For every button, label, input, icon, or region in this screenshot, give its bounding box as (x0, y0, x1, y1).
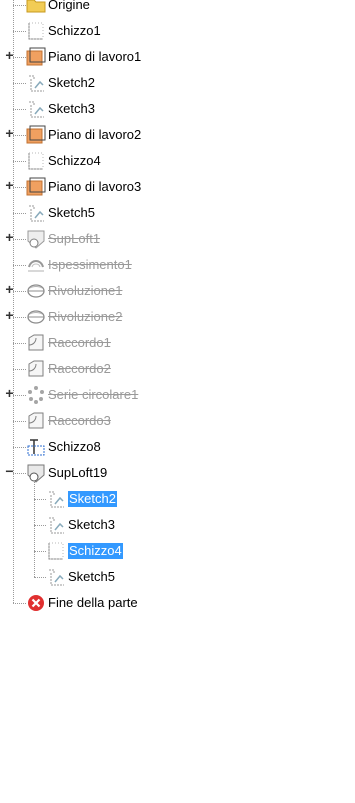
work-plane-icon (26, 47, 46, 67)
tree-row[interactable]: + Rivoluzione1 (0, 278, 355, 304)
tree-item-label: Piano di lavoro3 (48, 179, 142, 194)
tree-item-label: Schizzo4 (68, 543, 123, 559)
tree-item-label: Fine della parte (48, 595, 138, 610)
tree-connector (13, 213, 26, 214)
tree-row[interactable]: Sketch3 (0, 512, 355, 538)
sketch-icon (46, 489, 66, 509)
work-plane-icon (26, 125, 46, 145)
tree-row[interactable]: Fine della parte (0, 590, 355, 616)
tree-row[interactable]: Raccordo2 (0, 356, 355, 382)
tree-item-label: Piano di lavoro1 (48, 49, 142, 64)
tree-connector (13, 343, 26, 344)
work-plane-icon (26, 177, 46, 197)
tree-item-label: SupLoft19 (48, 465, 108, 480)
tree-item-label: Raccordo3 (48, 413, 111, 428)
tree-row[interactable]: + Rivoluzione2 (0, 304, 355, 330)
tree-row[interactable]: Ispessimento1 (0, 252, 355, 278)
sketch-icon (46, 567, 66, 587)
loft-icon (26, 463, 46, 483)
tree-row[interactable]: Sketch2 (0, 486, 355, 512)
tree-connector (13, 447, 26, 448)
tree-row[interactable]: Schizzo4 (0, 538, 355, 564)
tree-row[interactable]: + Serie circolare1 (0, 382, 355, 408)
tree-item-label: SupLoft1 (48, 231, 101, 246)
end-of-part-icon (26, 593, 46, 613)
tree-connector (34, 525, 46, 526)
tree-row[interactable]: Sketch5 (0, 564, 355, 590)
tree-row[interactable]: + Piano di lavoro1 (0, 44, 355, 70)
loft-icon (26, 229, 46, 249)
tree-connector (13, 83, 26, 84)
tree-item-label: Schizzo1 (48, 23, 101, 38)
tree-connector (13, 421, 26, 422)
revolve-icon (26, 281, 46, 301)
sketch-icon (46, 515, 66, 535)
sketch-empty-icon (26, 151, 46, 171)
tree-item-label: Ispessimento1 (48, 257, 132, 272)
tree-item-label: Schizzo4 (48, 153, 101, 168)
tree-connector (34, 499, 46, 500)
tree-row[interactable]: Schizzo4 (0, 148, 355, 174)
tree-item-label: Serie circolare1 (48, 387, 139, 402)
sketch-blue-icon (26, 437, 46, 457)
tree-connector (34, 551, 46, 552)
tree-item-label: Sketch5 (68, 569, 115, 584)
tree-row[interactable]: Sketch3 (0, 96, 355, 122)
sketch-empty-icon (26, 21, 46, 41)
tree-row[interactable]: Schizzo1 (0, 18, 355, 44)
tree-child-guide-line (34, 480, 35, 577)
sketch-icon (26, 73, 46, 93)
tree-row[interactable]: − SupLoft19 (0, 460, 355, 486)
sketch-icon (26, 99, 46, 119)
sketch-empty-icon (46, 541, 66, 561)
tree-connector (13, 161, 26, 162)
circular-pattern-icon (26, 385, 46, 405)
origin-folder-icon (26, 0, 46, 15)
tree-item-label: Sketch3 (68, 517, 115, 532)
tree-item-label: Schizzo8 (48, 439, 101, 454)
tree-row[interactable]: + SupLoft1 (0, 226, 355, 252)
tree-item-label: Raccordo1 (48, 335, 111, 350)
fillet-icon (26, 359, 46, 379)
tree-item-label: Origine (48, 0, 90, 12)
tree-connector (13, 265, 26, 266)
tree-connector (13, 5, 26, 6)
tree-item-label: Sketch3 (48, 101, 95, 116)
tree-row[interactable]: + Piano di lavoro3 (0, 174, 355, 200)
tree-row[interactable]: Schizzo8 (0, 434, 355, 460)
sketch-icon (26, 203, 46, 223)
tree-row[interactable]: Sketch2 (0, 70, 355, 96)
tree-connector (13, 603, 26, 604)
tree-item-label: Raccordo2 (48, 361, 111, 376)
tree-row[interactable]: Origine (0, 0, 355, 18)
tree-item-label: Rivoluzione1 (48, 283, 123, 298)
tree-item-label: Sketch2 (68, 491, 117, 507)
tree-connector (13, 31, 26, 32)
tree-item-label: Sketch2 (48, 75, 95, 90)
thicken-icon (26, 255, 46, 275)
tree-row[interactable]: Raccordo3 (0, 408, 355, 434)
tree-item-label: Piano di lavoro2 (48, 127, 142, 142)
tree-connector (13, 369, 26, 370)
tree-row[interactable]: Sketch5 (0, 200, 355, 226)
tree-row[interactable]: Raccordo1 (0, 330, 355, 356)
tree-connector (34, 577, 46, 578)
revolve-icon (26, 307, 46, 327)
tree-item-label: Sketch5 (48, 205, 95, 220)
tree-connector (13, 109, 26, 110)
tree-item-label: Rivoluzione2 (48, 309, 123, 324)
tree-row[interactable]: + Piano di lavoro2 (0, 122, 355, 148)
fillet-icon (26, 333, 46, 353)
fillet-icon (26, 411, 46, 431)
tree-guide-line (13, 0, 14, 603)
